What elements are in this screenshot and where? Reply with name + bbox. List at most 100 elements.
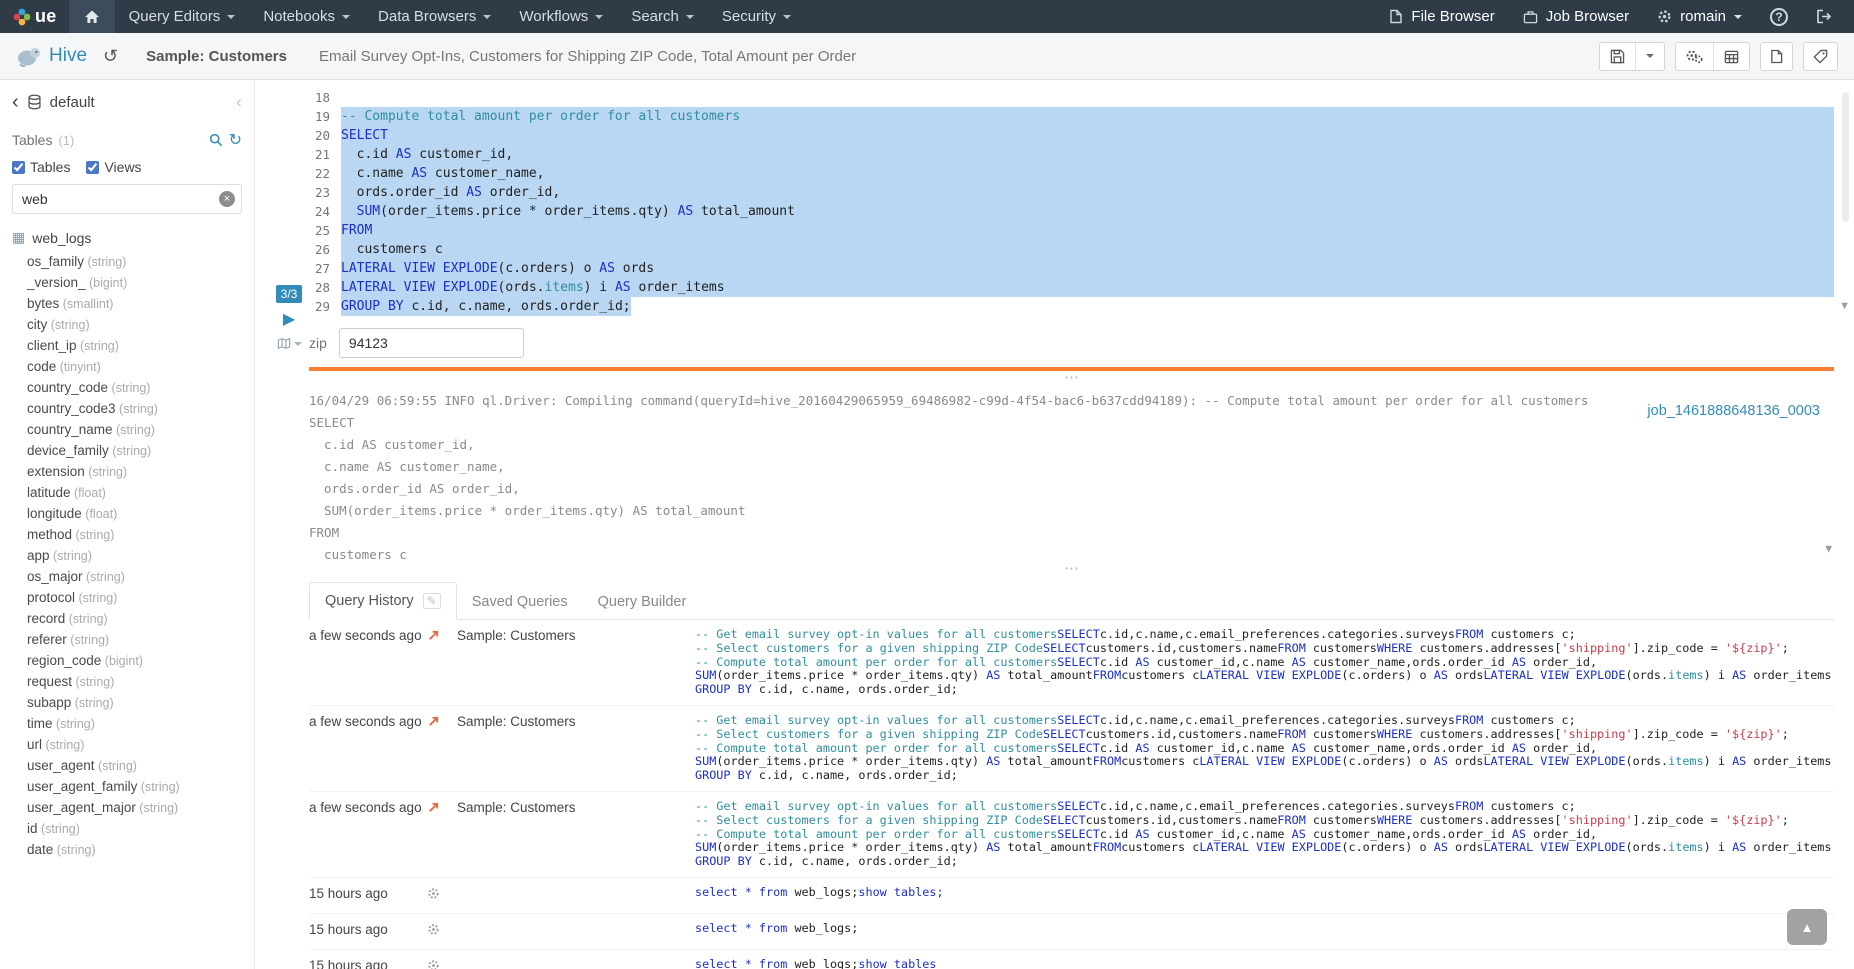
editor-line[interactable]: 21 c.id AS customer_id, <box>309 145 1834 164</box>
scroll-down-icon[interactable]: ▼ <box>1839 300 1850 312</box>
user-menu[interactable]: romain <box>1643 0 1756 33</box>
code-editor[interactable]: 1819-- Compute total amount per order fo… <box>309 88 1854 358</box>
settings-button[interactable] <box>1676 43 1713 70</box>
tab-saved-queries[interactable]: Saved Queries <box>457 584 583 620</box>
tab-query-builder[interactable]: Query Builder <box>583 584 702 620</box>
column-item-device_family[interactable]: device_family (string) <box>27 440 242 461</box>
editor-scrollbar[interactable] <box>1842 92 1849 222</box>
job-link[interactable]: job_1461888648136_0003 <box>1647 400 1820 422</box>
column-item-request[interactable]: request (string) <box>27 671 242 692</box>
logout-button[interactable] <box>1802 0 1846 33</box>
column-item-subapp[interactable]: subapp (string) <box>27 692 242 713</box>
column-item-bytes[interactable]: bytes (smallint) <box>27 293 242 314</box>
editor-line[interactable]: 20SELECT <box>309 126 1834 145</box>
new-document-button[interactable] <box>1760 42 1793 71</box>
column-item-code[interactable]: code (tinyint) <box>27 356 242 377</box>
save-options-button[interactable] <box>1635 43 1664 70</box>
column-item-method[interactable]: method (string) <box>27 524 242 545</box>
code-map-button[interactable] <box>277 337 302 350</box>
column-item-_version_[interactable]: _version_ (bigint) <box>27 272 242 293</box>
column-item-country_code[interactable]: country_code (string) <box>27 377 242 398</box>
editor-line[interactable]: 29GROUP BY c.id, c.name, ords.order_id; <box>309 297 1834 316</box>
history-row[interactable]: 15 hours agoselect * from web_logs;show … <box>309 950 1834 969</box>
column-item-time[interactable]: time (string) <box>27 713 242 734</box>
editor-line[interactable]: 18 <box>309 88 1834 107</box>
help-button[interactable]: ? <box>1756 0 1802 33</box>
column-item-record[interactable]: record (string) <box>27 608 242 629</box>
editor-line[interactable]: 23 ords.order_id AS order_id, <box>309 183 1834 202</box>
column-item-extension[interactable]: extension (string) <box>27 461 242 482</box>
search-icon[interactable] <box>209 133 223 147</box>
scroll-to-top-button[interactable]: ▲ <box>1787 909 1827 945</box>
scroll-down-icon[interactable]: ▼ <box>1825 538 1832 560</box>
filter-views-checkbox[interactable]: Views <box>86 159 141 175</box>
gear-icon <box>427 922 457 941</box>
editor-line[interactable]: 19-- Compute total amount per order for … <box>309 107 1834 126</box>
tab-query-history[interactable]: Query History✎ <box>309 582 457 620</box>
refresh-icon[interactable]: ↻ <box>229 130 242 150</box>
menu-search[interactable]: Search <box>617 0 708 33</box>
edit-icon[interactable]: ✎ <box>423 593 441 609</box>
collapse-panel-icon[interactable]: ‹ <box>236 93 242 111</box>
scheduler-button[interactable] <box>1713 43 1749 70</box>
column-item-referer[interactable]: referer (string) <box>27 629 242 650</box>
resize-handle-top[interactable]: ⋯ <box>309 371 1834 386</box>
column-item-id[interactable]: id (string) <box>27 818 242 839</box>
column-item-country_code3[interactable]: country_code3 (string) <box>27 398 242 419</box>
history-row[interactable]: 15 hours agoselect * from web_logs;show … <box>309 878 1834 914</box>
editor-line[interactable]: 27LATERAL VIEW EXPLODE(c.orders) o AS or… <box>309 259 1834 278</box>
variable-input[interactable] <box>339 328 524 358</box>
column-item-city[interactable]: city (string) <box>27 314 242 335</box>
file-browser-link[interactable]: File Browser <box>1375 0 1508 33</box>
editor-line[interactable]: 26 customers c <box>309 240 1834 259</box>
history-row[interactable]: a few seconds agoSample: Customers-- Get… <box>309 706 1834 792</box>
column-item-protocol[interactable]: protocol (string) <box>27 587 242 608</box>
menu-notebooks[interactable]: Notebooks <box>249 0 364 33</box>
editor-line[interactable]: 28LATERAL VIEW EXPLODE(ords.items) i AS … <box>309 278 1834 297</box>
filter-tables-checkbox[interactable]: Tables <box>12 159 70 175</box>
column-item-user_agent[interactable]: user_agent (string) <box>27 755 242 776</box>
execute-button[interactable]: ▶ <box>283 312 295 328</box>
history-row[interactable]: a few seconds agoSample: Customers-- Get… <box>309 620 1834 706</box>
column-item-user_agent_family[interactable]: user_agent_family (string) <box>27 776 242 797</box>
editor-line[interactable]: 25FROM <box>309 221 1834 240</box>
resize-handle-bottom[interactable]: ⋯ <box>309 562 1834 577</box>
column-item-user_agent_major[interactable]: user_agent_major (string) <box>27 797 242 818</box>
database-name[interactable]: default <box>50 94 95 111</box>
history-row[interactable]: 15 hours agoselect * from web_logs; <box>309 914 1834 950</box>
column-item-os_family[interactable]: os_family (string) <box>27 251 242 272</box>
menu-security[interactable]: Security <box>708 0 805 33</box>
save-button[interactable] <box>1600 43 1635 70</box>
query-log[interactable]: 16/04/29 06:59:55 INFO ql.Driver: Compil… <box>309 386 1834 562</box>
tables-checkbox-input[interactable] <box>12 161 25 174</box>
history-row[interactable]: a few seconds agoSample: Customers-- Get… <box>309 792 1834 878</box>
table-entry-web-logs[interactable]: ▦ web_logs <box>12 229 242 246</box>
column-item-longitude[interactable]: longitude (float) <box>27 503 242 524</box>
job-browser-link[interactable]: Job Browser <box>1509 0 1643 33</box>
menu-data-browsers[interactable]: Data Browsers <box>364 0 505 33</box>
assist-header: ‹ default ‹ <box>12 92 242 112</box>
column-item-date[interactable]: date (string) <box>27 839 242 860</box>
hue-logo[interactable]: ue <box>0 0 69 33</box>
column-item-latitude[interactable]: latitude (float) <box>27 482 242 503</box>
app-name[interactable]: Hive <box>49 45 87 67</box>
query-history-icon[interactable]: ↺ <box>103 46 118 67</box>
line-text: c.name AS customer_name, <box>341 164 1834 183</box>
table-search-input[interactable] <box>12 184 242 214</box>
back-icon[interactable]: ‹ <box>12 92 19 112</box>
column-item-app[interactable]: app (string) <box>27 545 242 566</box>
editor-line[interactable]: 24 SUM(order_items.price * order_items.q… <box>309 202 1834 221</box>
column-item-country_name[interactable]: country_name (string) <box>27 419 242 440</box>
log-line: customers c <box>309 544 1834 562</box>
tags-button[interactable] <box>1803 42 1838 71</box>
menu-workflows[interactable]: Workflows <box>505 0 617 33</box>
column-item-os_major[interactable]: os_major (string) <box>27 566 242 587</box>
editor-line[interactable]: 22 c.name AS customer_name, <box>309 164 1834 183</box>
column-item-region_code[interactable]: region_code (bigint) <box>27 650 242 671</box>
column-item-url[interactable]: url (string) <box>27 734 242 755</box>
clear-search-icon[interactable]: × <box>219 191 235 207</box>
column-item-client_ip[interactable]: client_ip (string) <box>27 335 242 356</box>
menu-query-editors[interactable]: Query Editors <box>115 0 250 33</box>
views-checkbox-input[interactable] <box>86 161 99 174</box>
home-button[interactable] <box>69 0 115 33</box>
